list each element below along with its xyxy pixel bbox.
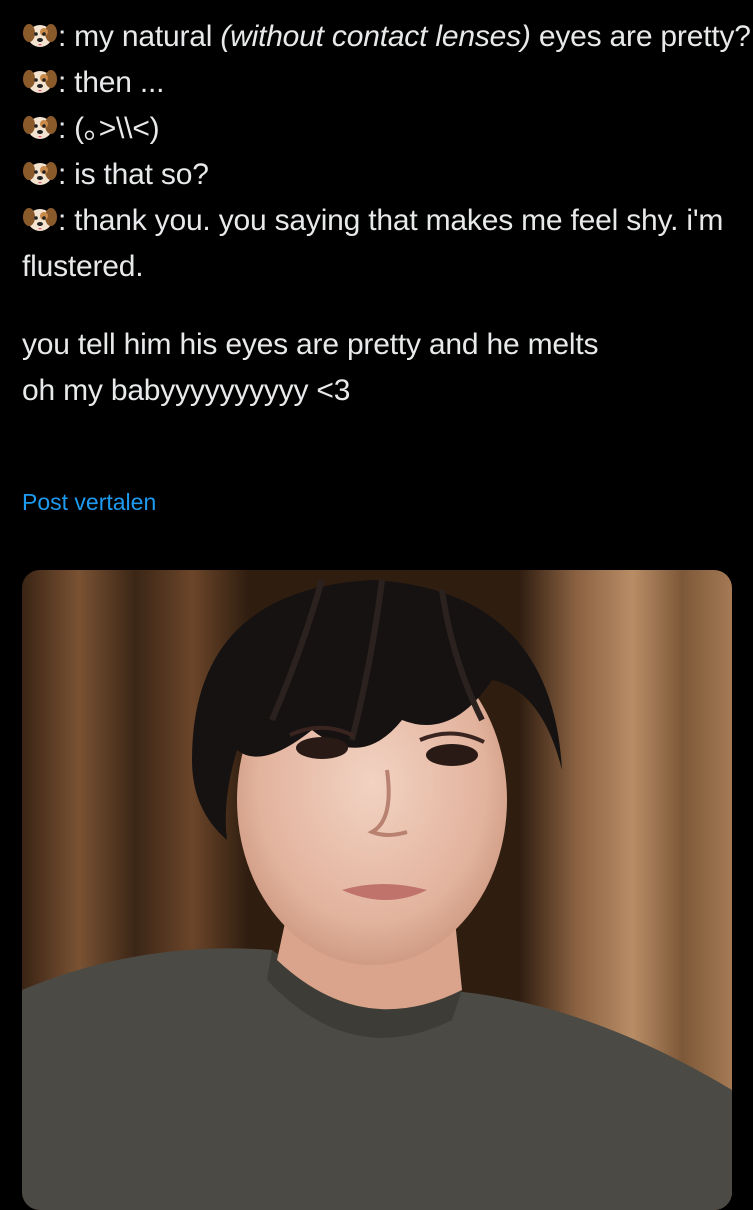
dog-face-icon (23, 162, 57, 185)
translate-post-link[interactable]: Post vertalen (22, 489, 156, 516)
dialogue-line: : my natural (without contact lenses) eye… (22, 14, 751, 60)
dog-face-icon (23, 208, 57, 231)
dog-face-icon (23, 24, 57, 47)
dialogue-line: : is that so? (22, 152, 737, 198)
dialogue-line: : then ... (22, 60, 737, 106)
post-image[interactable] (22, 570, 732, 1210)
dialogue-line: : (｡>\\<) (22, 106, 737, 152)
comment-line: you tell him his eyes are pretty and he … (22, 328, 599, 361)
comment-line: oh my babyyyyyyyyyy <3 (22, 374, 351, 407)
dog-face-icon (23, 70, 57, 93)
dialogue-line: : thank you. you saying that makes me fee… (22, 204, 724, 283)
post-text: : my natural (without contact lenses) eye… (22, 14, 751, 414)
dog-face-icon (23, 116, 57, 139)
person-photo (22, 570, 732, 1210)
